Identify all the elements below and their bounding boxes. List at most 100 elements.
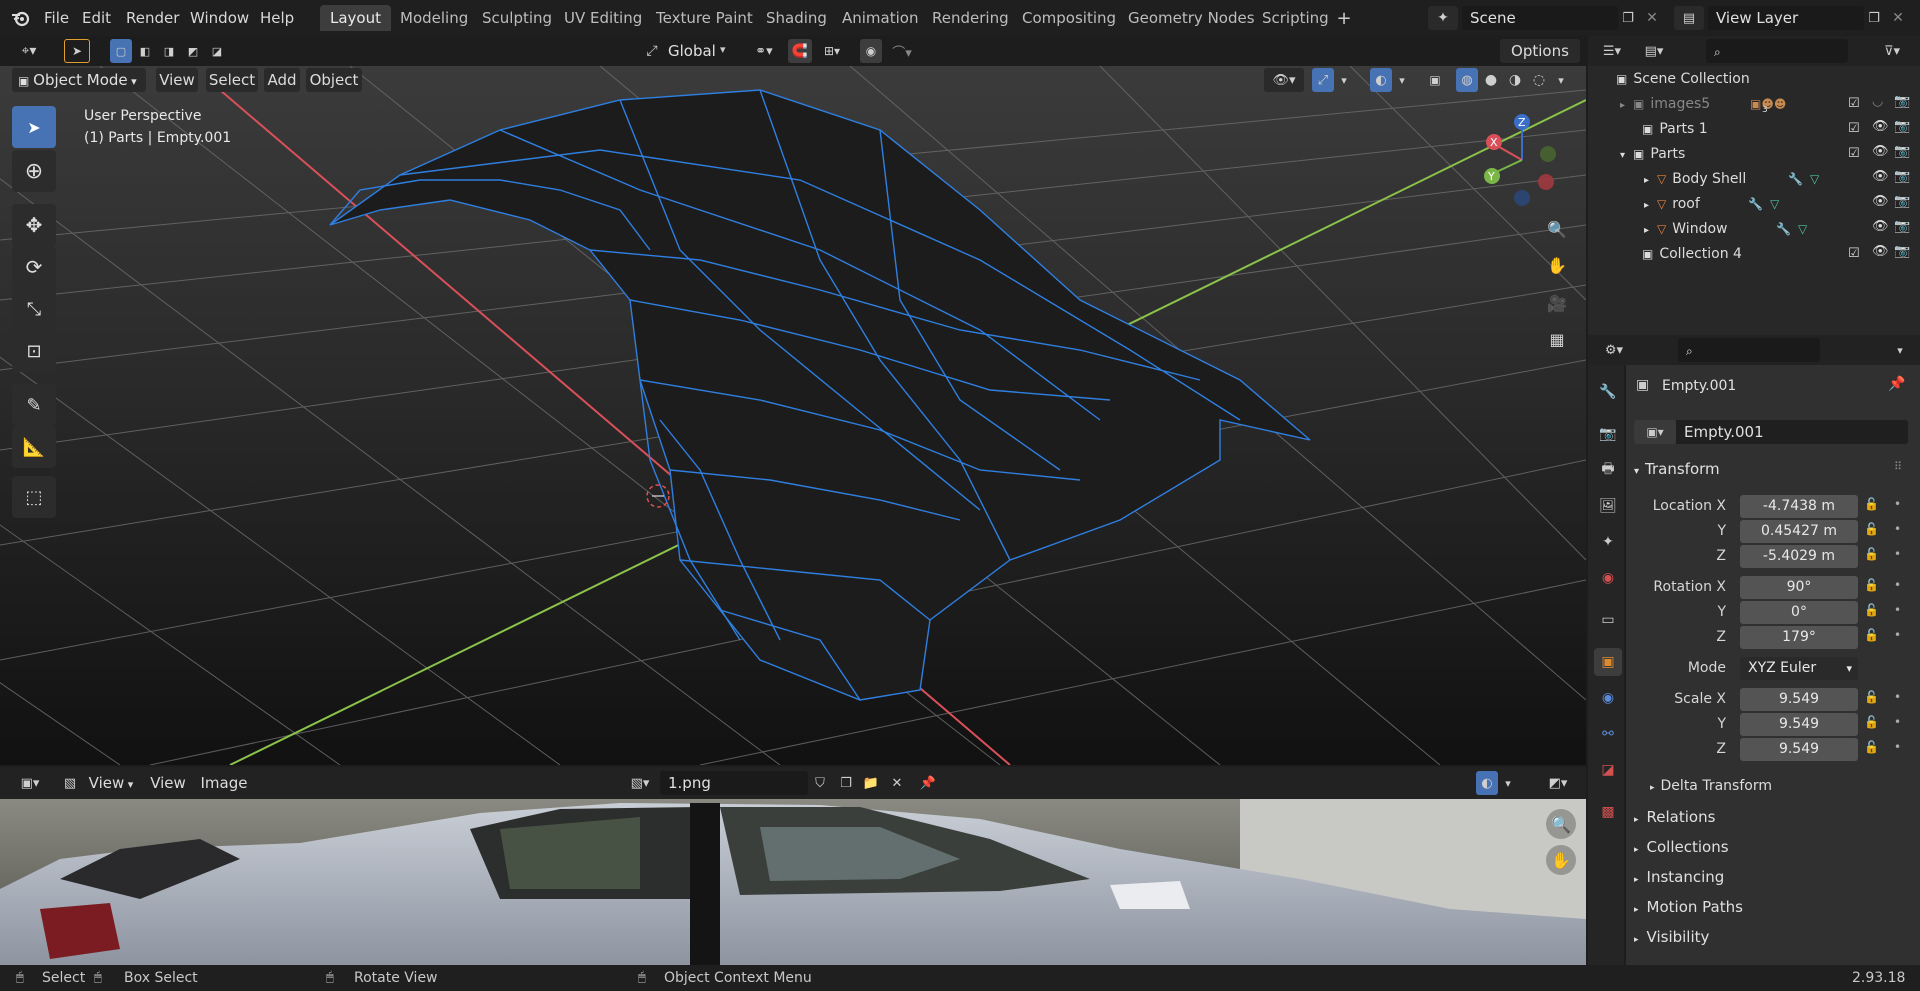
lock-icon[interactable]: 🔓 [1864,497,1879,511]
rotation-y-field[interactable]: 0° [1740,601,1858,624]
lock-icon[interactable]: 🔓 [1864,522,1879,536]
move-tool[interactable]: ✥ [12,204,56,246]
open-image-folder-icon[interactable]: 📁 [858,771,884,795]
outliner-row-scene-collection[interactable]: ▣ Scene Collection [1588,67,1920,92]
image-pan-hand-icon[interactable]: ✋ [1546,845,1576,875]
orientation-icon[interactable]: ⤢ [640,39,664,63]
lock-icon[interactable]: 🔓 [1864,740,1879,754]
output-tab[interactable]: 🖶 [1594,456,1622,484]
tab-sculpting[interactable]: Sculpting [472,5,562,31]
image-browse-icon[interactable]: ▧▾ [620,771,660,795]
shading-wireframe-icon[interactable]: ◍ [1456,68,1478,92]
data-tab[interactable]: ◪ [1594,756,1622,784]
lock-icon[interactable]: 🔓 [1864,628,1879,642]
rotate-tool[interactable]: ⟳ [12,246,56,288]
render-camera-icon[interactable]: 📷 [1894,119,1910,134]
exclude-checkbox[interactable]: ☑ [1848,121,1860,136]
shading-rendered-icon[interactable]: ◌ [1528,68,1550,92]
image-gizmo-menu-icon[interactable]: ▾ [1500,771,1516,795]
display-channels-icon[interactable]: ◩▾ [1540,771,1576,795]
properties-search-input[interactable]: ⌕ [1678,338,1820,362]
visibility-panel[interactable]: ▸ Visibility [1634,928,1709,946]
tab-rendering[interactable]: Rendering [922,5,1019,31]
pin-image-icon[interactable]: 📌 [916,771,940,795]
add-workspace-icon[interactable]: + [1334,7,1354,29]
gizmo-toggle-icon[interactable]: ⤢ [1312,68,1334,92]
eye-icon[interactable]: 👁 [1872,219,1889,234]
select-box-tool[interactable]: ➤ [12,106,56,148]
scale-tool[interactable]: ⤡ [12,288,56,330]
tab-layout[interactable]: Layout [320,5,391,31]
hidden-eye-icon[interactable]: ◡ [1872,94,1883,109]
properties-options-icon[interactable]: ▾ [1888,338,1912,362]
render-camera-icon[interactable]: 📷 [1894,144,1910,159]
shading-material-icon[interactable]: ◑ [1504,68,1526,92]
properties-editor-type-icon[interactable]: ⚙▾ [1594,338,1634,362]
tab-scripting[interactable]: Scripting [1252,5,1339,31]
exclude-checkbox[interactable]: ☑ [1848,146,1860,161]
eye-icon[interactable]: 👁 [1872,244,1889,259]
lock-icon[interactable]: 🔓 [1864,690,1879,704]
view-layer-field[interactable]: View Layer [1708,6,1864,30]
exclude-checkbox[interactable]: ☑ [1848,96,1860,111]
tab-texture-paint[interactable]: Texture Paint [646,5,763,31]
overlay-menu-icon[interactable]: ▾ [1394,68,1410,92]
eye-icon[interactable]: 👁 [1872,194,1889,209]
collection-tab[interactable]: ▭ [1594,606,1622,634]
remove-scene-icon[interactable]: ✕ [1640,6,1664,30]
object-name-field[interactable]: Empty.001 [1676,420,1908,444]
keyframe-dot-icon[interactable]: • [1894,690,1901,704]
scale-y-field[interactable]: 9.549 [1740,713,1858,736]
world-tab[interactable]: ◉ [1594,564,1622,592]
image-name-field[interactable]: 1.png [660,771,808,795]
annotate-tool[interactable]: ✎ [12,384,56,426]
eye-icon[interactable]: 👁 [1872,144,1889,159]
drag-handle-icon[interactable]: ⠿ [1894,460,1902,473]
eye-icon[interactable]: 👁 [1872,119,1889,134]
render-camera-icon[interactable]: 📷 [1894,94,1910,109]
exclude-checkbox[interactable]: ☑ [1848,246,1860,261]
menu-help[interactable]: Help [252,6,302,30]
keyframe-dot-icon[interactable]: • [1894,522,1901,536]
tab-compositing[interactable]: Compositing [1012,5,1126,31]
display-mode-icon[interactable]: ▤▾ [1636,39,1672,63]
xray-toggle-icon[interactable]: ▣ [1424,68,1446,92]
menu-file[interactable]: File [36,6,77,30]
keyframe-dot-icon[interactable]: • [1894,578,1901,592]
transform-tool[interactable]: ⊡ [12,330,56,372]
render-camera-icon[interactable]: 📷 [1894,219,1910,234]
falloff-icon[interactable]: ⌒▾ [884,39,920,63]
pin-icon[interactable]: 📌 [1888,376,1905,392]
cursor-tool[interactable]: ⊕ [12,150,56,192]
constraints-tab[interactable]: ⚯ [1594,720,1622,748]
keyframe-dot-icon[interactable]: • [1894,497,1901,511]
select-subtract-icon[interactable]: ◨ [158,39,180,63]
editor-type-icon[interactable]: ⌖▾ [8,39,50,63]
rotation-x-field[interactable]: 90° [1740,576,1858,599]
keyframe-dot-icon[interactable]: • [1894,628,1901,642]
menu-edit[interactable]: Edit [74,6,119,30]
perspective-toggle-icon[interactable]: ▦ [1542,324,1572,354]
blender-logo-icon[interactable] [8,6,34,30]
menu-window[interactable]: Window [182,6,257,30]
unlink-image-icon[interactable]: ✕ [886,771,908,795]
object-datablock-selector[interactable]: ▣▾ [1634,420,1676,444]
shading-solid-icon[interactable]: ● [1480,68,1502,92]
motion-paths-panel[interactable]: ▸ Motion Paths [1634,898,1743,916]
collections-panel[interactable]: ▸ Collections [1634,838,1729,856]
pan-hand-icon[interactable]: ✋ [1542,250,1572,280]
menu-add[interactable]: Add [264,68,300,92]
render-camera-icon[interactable]: 📷 [1894,169,1910,184]
image-preview[interactable]: 🔍 ✋ [0,799,1586,965]
scale-z-field[interactable]: 9.549 [1740,738,1858,761]
mode-dropdown[interactable]: ▣ Object Mode ▾ [12,68,146,92]
view-layer-tab[interactable]: 🖼 [1594,492,1622,520]
scene-field[interactable]: Scene [1462,6,1618,30]
location-z-field[interactable]: -5.4029 m [1740,545,1858,568]
tab-geometry-nodes[interactable]: Geometry Nodes [1118,5,1265,31]
render-camera-icon[interactable]: 📷 [1894,194,1910,209]
keyframe-dot-icon[interactable]: • [1894,715,1901,729]
menu-select[interactable]: Select [206,68,258,92]
scene-tab[interactable]: ✦ [1594,528,1622,556]
menu-render[interactable]: Render [118,6,187,30]
